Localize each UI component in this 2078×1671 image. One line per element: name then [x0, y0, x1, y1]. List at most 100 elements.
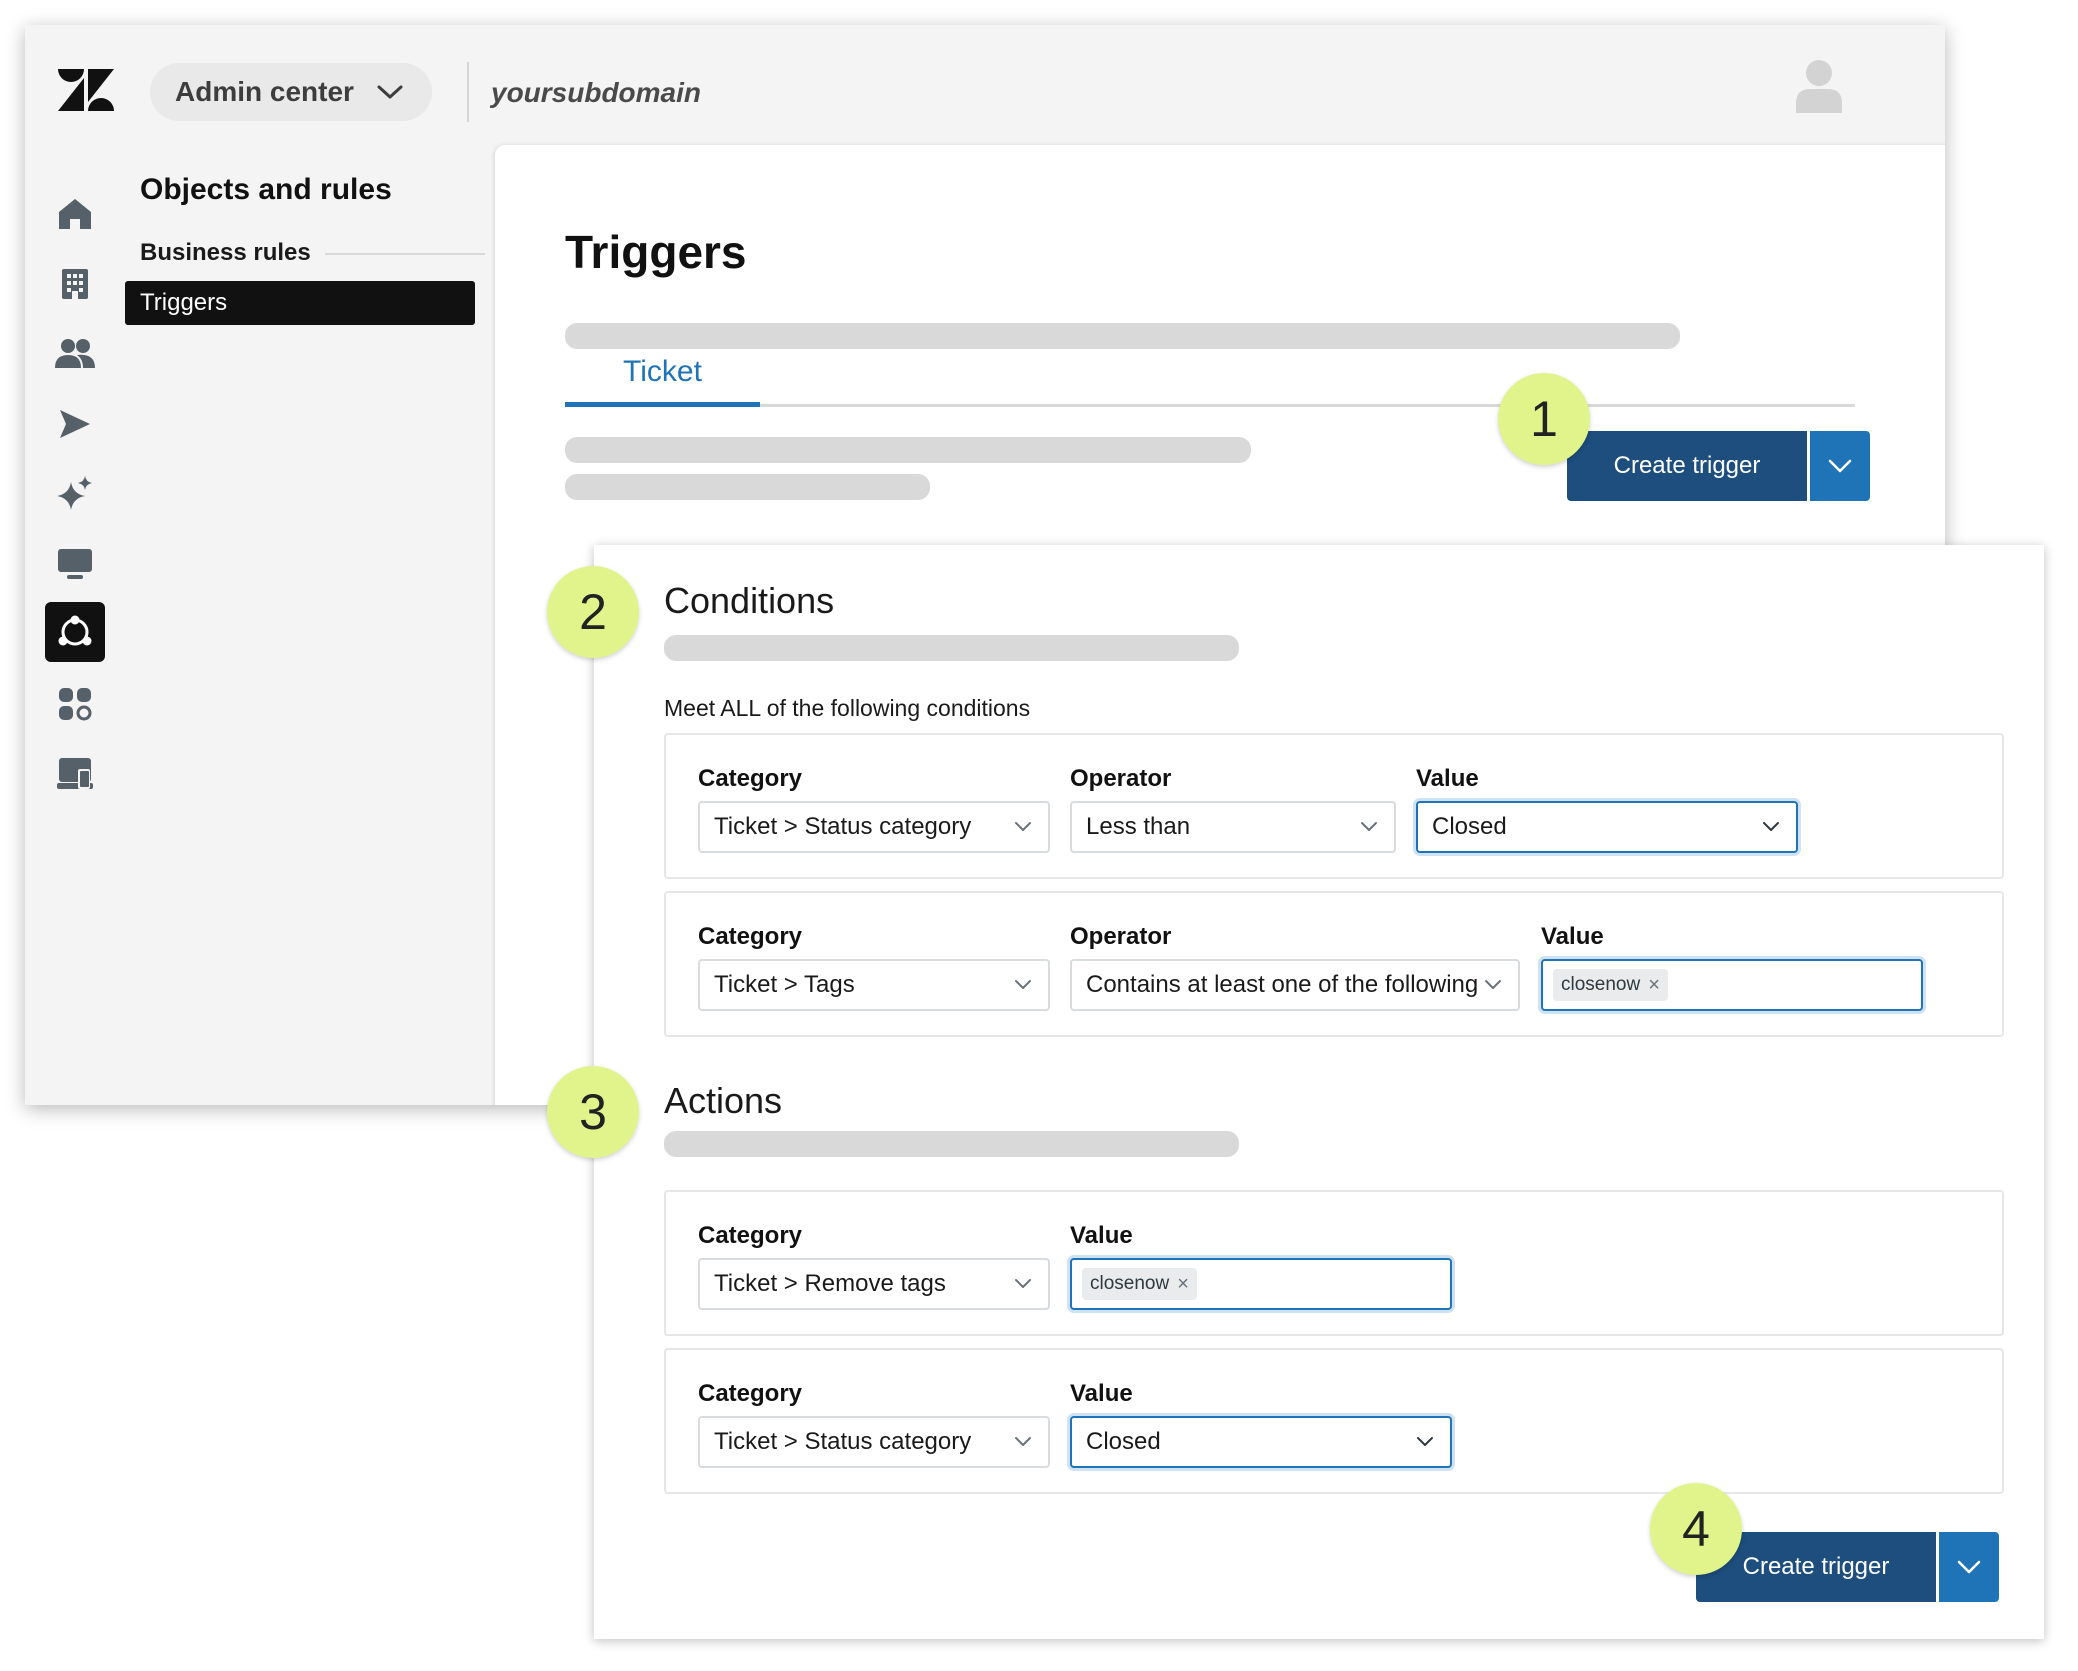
create-trigger-menu-button[interactable] [1810, 431, 1870, 501]
action-row: Category Ticket > Remove tags Value clos… [664, 1190, 2004, 1336]
tag-label: closenow [1090, 1273, 1170, 1294]
action-category-select[interactable]: Ticket > Remove tags [698, 1258, 1050, 1310]
step-badge-2: 2 [547, 566, 639, 658]
conditions-meet-text: Meet ALL of the following conditions [664, 695, 1031, 721]
tag-chip: closenow × [1553, 969, 1668, 1001]
create-trigger-split-button: Create trigger [1567, 431, 1870, 501]
select-value: Ticket > Status category [714, 813, 972, 840]
chevron-down-icon [1485, 980, 1501, 989]
send-icon [60, 410, 90, 438]
operator-label: Operator [1070, 923, 1172, 950]
workspace-icon [57, 758, 93, 789]
monitor-icon [58, 549, 92, 579]
text-placeholder [565, 474, 930, 500]
chevron-down-icon [1957, 1560, 1981, 1574]
value-label: Value [1541, 923, 1604, 950]
select-value: Ticket > Status category [714, 1428, 972, 1455]
value-label: Value [1070, 1222, 1133, 1249]
nav-account[interactable] [45, 745, 105, 803]
select-value: Closed [1086, 1428, 1161, 1455]
nav-workspaces[interactable] [45, 535, 105, 593]
top-bar: Admin center yoursubdomain [25, 25, 1945, 145]
secondary-nav-item-triggers[interactable]: Triggers [125, 281, 475, 325]
actions-title: Actions [664, 1080, 783, 1121]
nav-organization[interactable] [45, 255, 105, 313]
chevron-down-icon [1015, 1437, 1031, 1446]
product-switcher-button[interactable]: Admin center [150, 63, 432, 121]
category-label: Category [698, 765, 803, 792]
select-value: Ticket > Tags [714, 971, 855, 998]
create-trigger-button[interactable]: Create trigger [1567, 431, 1807, 501]
step-badge-3: 3 [547, 1066, 639, 1158]
condition-operator-select[interactable]: Contains at least one of the following [1070, 959, 1520, 1011]
objects-rules-icon [58, 615, 92, 646]
condition-row: Category Ticket > Tags Operator Contains… [664, 891, 2004, 1037]
category-label: Category [698, 923, 803, 950]
select-value: Contains at least one of the following [1086, 971, 1479, 998]
product-switcher-label: Admin center [175, 76, 354, 107]
select-value: Ticket > Remove tags [714, 1270, 946, 1297]
tab-ticket[interactable]: Ticket [565, 355, 760, 407]
header-divider [467, 62, 469, 122]
chevron-down-icon [1828, 459, 1852, 473]
action-category-select[interactable]: Ticket > Status category [698, 1416, 1050, 1468]
home-icon [59, 199, 91, 229]
chevron-down-icon [1763, 822, 1779, 831]
sparkle-icon [57, 476, 92, 510]
remove-tag-icon[interactable]: × [1177, 1273, 1189, 1296]
remove-tag-icon[interactable]: × [1648, 974, 1660, 997]
footer-create-trigger-menu-button[interactable] [1939, 1532, 1999, 1602]
step-badge-1: 1 [1498, 373, 1590, 465]
people-icon [55, 339, 95, 368]
tab-selected-indicator [565, 402, 760, 407]
condition-tags-input[interactable]: closenow × [1541, 959, 1923, 1011]
value-label: Value [1070, 1380, 1133, 1407]
footer-create-trigger-split-button: Create trigger [1696, 1532, 1999, 1602]
create-trigger-label: Create trigger [1742, 1553, 1890, 1580]
subdomain-label: yoursubdomain [491, 77, 702, 108]
category-label: Category [698, 1380, 803, 1407]
nav-people[interactable] [45, 325, 105, 383]
chevron-down-icon [1015, 822, 1031, 831]
nav-apps[interactable] [45, 675, 105, 733]
action-tags-input[interactable]: closenow × [1070, 1258, 1452, 1310]
create-trigger-label: Create trigger [1613, 452, 1761, 479]
condition-operator-select[interactable]: Less than [1070, 801, 1396, 853]
zendesk-logo-icon[interactable] [58, 69, 114, 111]
conditions-title: Conditions [664, 580, 835, 621]
page-title: Triggers [565, 226, 747, 278]
select-value: Closed [1432, 813, 1507, 840]
tag-chip: closenow × [1082, 1268, 1197, 1300]
operator-label: Operator [1070, 765, 1172, 792]
building-icon [62, 269, 88, 299]
chevron-down-icon [1417, 1437, 1433, 1446]
chevron-down-icon [1015, 980, 1031, 989]
select-value: Less than [1086, 813, 1191, 840]
action-row: Category Ticket > Status category Value … [664, 1348, 2004, 1494]
condition-category-select[interactable]: Ticket > Status category [698, 801, 1050, 853]
actions-description-placeholder [664, 1131, 1239, 1157]
text-placeholder [565, 437, 1251, 463]
action-value-select[interactable]: Closed [1070, 1416, 1452, 1468]
chevron-down-icon [377, 85, 403, 99]
group-divider [325, 253, 485, 255]
value-label: Value [1416, 765, 1479, 792]
chevron-down-icon [1015, 1279, 1031, 1288]
nav-ai[interactable] [45, 465, 105, 523]
secondary-nav-item-label: Triggers [140, 289, 228, 316]
category-label: Category [698, 1222, 803, 1249]
description-placeholder [565, 323, 1680, 349]
user-avatar-icon[interactable] [1796, 59, 1842, 113]
conditions-description-placeholder [664, 635, 1239, 661]
condition-value-select[interactable]: Closed [1416, 801, 1798, 853]
nav-objects-rules[interactable] [45, 602, 105, 662]
nav-home[interactable] [45, 185, 105, 243]
chevron-down-icon [1361, 822, 1377, 831]
nav-channels[interactable] [45, 395, 105, 453]
tag-label: closenow [1561, 974, 1641, 995]
secondary-nav-group-label: Business rules [140, 239, 311, 266]
condition-row: Category Ticket > Status category Operat… [664, 733, 2004, 879]
secondary-nav-title: Objects and rules [140, 173, 392, 206]
condition-category-select[interactable]: Ticket > Tags [698, 959, 1050, 1011]
trigger-form-panel: Conditions Meet ALL of the following con… [594, 545, 2044, 1639]
